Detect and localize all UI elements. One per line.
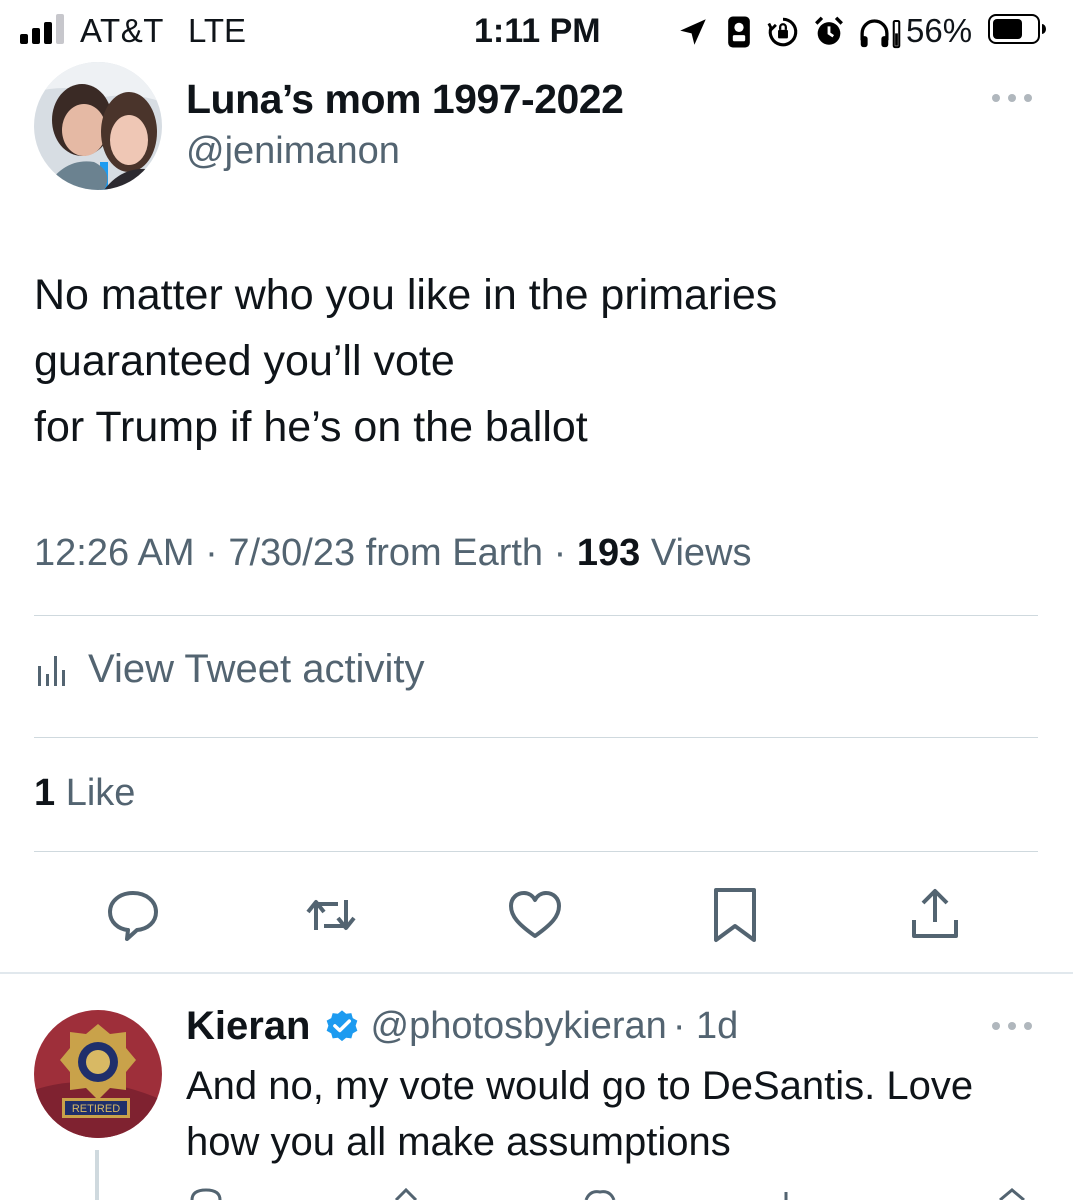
views-label: Views (650, 532, 752, 574)
views-count: 193 (576, 532, 641, 574)
meta-separator: · (553, 532, 567, 574)
reply-author-name[interactable]: Kieran (186, 1004, 311, 1049)
author-avatar[interactable] (34, 62, 162, 190)
like-icon[interactable] (506, 886, 564, 944)
battery-icon (988, 14, 1046, 44)
tweet-time[interactable]: 12:26 AM (34, 532, 195, 574)
orientation-lock-icon (767, 17, 798, 47)
thread-connector-line (95, 1150, 99, 1200)
status-icons (676, 12, 902, 52)
meta-separator: · (205, 532, 218, 574)
battery-percent: 56% (906, 12, 973, 49)
reply-time[interactable]: · 1d (673, 1005, 738, 1048)
reply-icon[interactable] (104, 886, 162, 944)
reply-action-bar-partial (190, 1187, 1025, 1200)
status-time: 1:11 PM (474, 12, 601, 50)
tweet-date-source: 7/30/23 from Earth (228, 532, 544, 574)
tweet-text: No matter who you like in the primaries … (34, 262, 1034, 460)
portrait-badge-icon (728, 16, 750, 48)
status-bar: AT&T LTE 1:11 PM 56% (0, 0, 1073, 62)
reply-more-options-icon[interactable] (992, 1020, 1036, 1032)
reply-text: And no, my vote would go to DeSantis. Lo… (186, 1064, 974, 1164)
view-tweet-activity-label: View Tweet activity (88, 647, 425, 691)
likes-label: Like (65, 772, 136, 814)
avatar-badge-text: RETIRED (72, 1103, 120, 1115)
tweet-meta: 12:26 AM · 7/30/23 from Earth · 193 View… (34, 532, 752, 575)
reply-header: Kieran @photosbykieran · 1d (186, 1004, 738, 1049)
alarm-icon (815, 16, 843, 45)
reply-author-avatar[interactable]: RETIRED (34, 1010, 162, 1138)
view-tweet-activity-link[interactable]: View Tweet activity (34, 647, 424, 692)
tweet-text-line: for Trump if he’s on the ballot (34, 403, 588, 451)
signal-strength-icon (20, 14, 68, 44)
section-divider (0, 972, 1073, 974)
tweet-text-line: No matter who you like in the primaries (34, 271, 778, 319)
location-arrow-icon (680, 19, 706, 45)
bookmark-icon[interactable] (706, 886, 764, 944)
network-type-label: LTE (188, 12, 247, 49)
analytics-bars-icon (38, 655, 65, 686)
verified-badge-icon (326, 1009, 357, 1041)
police-badge-photo: RETIRED (34, 1010, 162, 1138)
author-name[interactable]: Luna’s mom 1997-2022 (186, 76, 624, 123)
likes-count-link[interactable]: 1 Like (34, 772, 135, 815)
divider (34, 851, 1038, 852)
tweet-more-options-icon[interactable] (992, 92, 1036, 104)
carrier-label: AT&T (80, 12, 164, 49)
avatar-photo (34, 62, 162, 190)
tweet-text-line: guaranteed you’ll vote (34, 337, 455, 385)
share-icon[interactable] (906, 886, 964, 944)
headphones-icon (860, 19, 901, 49)
author-handle[interactable]: @jenimanon (186, 130, 400, 173)
reply-author-handle[interactable]: @photosbykieran (371, 1005, 667, 1048)
likes-count: 1 (34, 772, 56, 814)
divider (34, 737, 1038, 738)
retweet-icon[interactable] (302, 886, 360, 944)
divider (34, 615, 1038, 616)
